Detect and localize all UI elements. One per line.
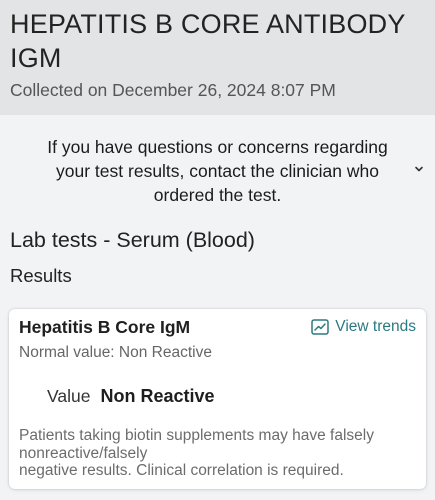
- note-line: Patients taking biotin supplements may h…: [19, 427, 374, 444]
- normal-value: Normal value: Non Reactive: [19, 344, 212, 361]
- page-title: HEPATITIS B CORE ANTIBODY IGM: [10, 7, 425, 75]
- test-name: Hepatitis B Core IgM: [19, 317, 191, 337]
- result-card: Hepatitis B Core IgM View trends Normal …: [9, 309, 426, 489]
- trend-chart-icon: [311, 319, 330, 335]
- notice-line: your test results, contact the clinician…: [56, 161, 379, 181]
- page-title-line1: HEPATITIS B CORE ANTIBODY: [10, 9, 406, 39]
- notice-line: If you have questions or concerns regard…: [47, 137, 388, 157]
- result-value: Non Reactive: [100, 386, 215, 406]
- value-label: Value: [47, 386, 91, 406]
- collected-date: Collected on December 26, 2024 8:07 PM: [10, 80, 336, 100]
- clinician-notice[interactable]: If you have questions or concerns regard…: [0, 135, 435, 207]
- note-line: negative results. Clinical correlation i…: [19, 462, 344, 479]
- page-header: HEPATITIS B CORE ANTIBODY IGM Collected …: [0, 0, 435, 115]
- chevron-down-icon[interactable]: [413, 163, 425, 175]
- page-title-line2: IGM: [10, 43, 62, 73]
- lab-tests-heading: Lab tests - Serum (Blood): [10, 228, 255, 252]
- view-trends-link[interactable]: View trends: [311, 317, 416, 337]
- results-heading: Results: [10, 265, 72, 286]
- view-trends-label: View trends: [335, 318, 416, 335]
- result-note: Patients taking biotin supplements may h…: [19, 427, 421, 480]
- value-row: Value Non Reactive: [47, 384, 215, 408]
- note-line: nonreactive/falsely: [19, 444, 148, 462]
- notice-line: ordered the test.: [153, 185, 282, 205]
